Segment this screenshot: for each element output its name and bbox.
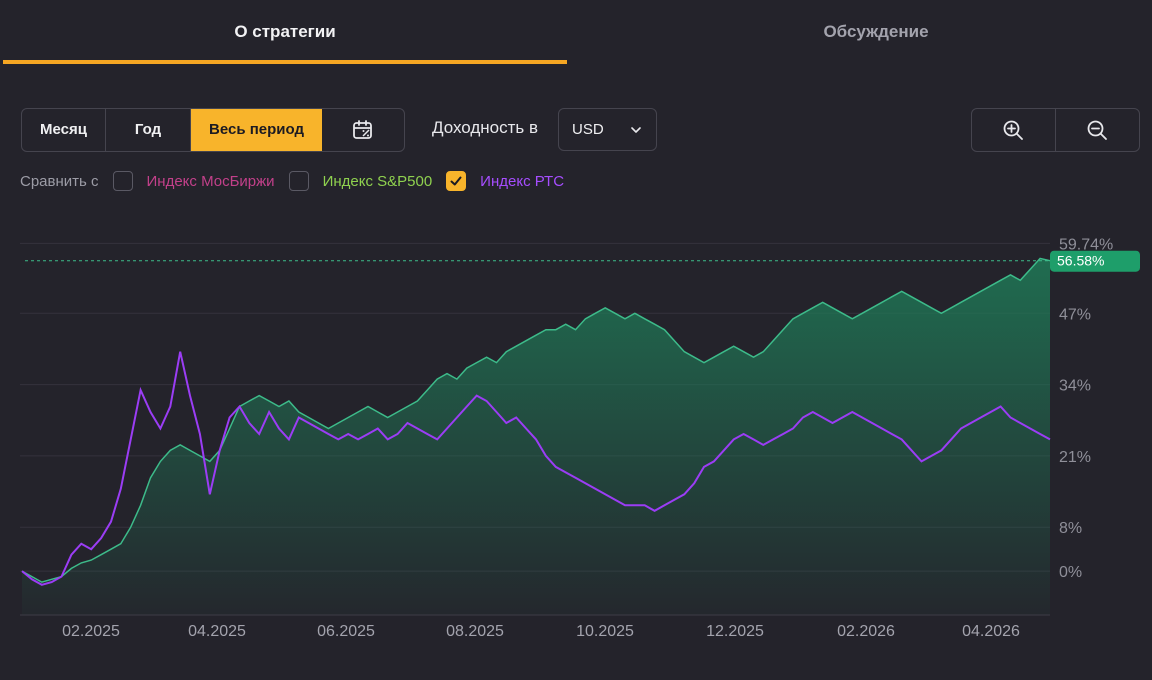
compare-sp500-checkbox[interactable] bbox=[288, 171, 309, 191]
chevron-down-icon bbox=[631, 127, 641, 133]
compare-sp500-label[interactable]: Индекс S&P500 bbox=[323, 173, 433, 190]
period-year-button[interactable]: Год bbox=[106, 109, 191, 151]
current-value-badge: 56.58% bbox=[1050, 250, 1140, 272]
period-selector: Месяц Год Весь период bbox=[21, 108, 405, 152]
compare-rts-label[interactable]: Индекс РТС bbox=[480, 173, 564, 190]
y-axis: 59.74%47%34%21%8%0% bbox=[1059, 236, 1113, 581]
x-tick-label: 06.2025 bbox=[317, 623, 375, 640]
currency-value: USD bbox=[572, 121, 604, 138]
y-tick-label: 47% bbox=[1059, 306, 1091, 323]
zoom-in-icon bbox=[1003, 120, 1024, 140]
zoom-out-icon bbox=[1087, 120, 1108, 140]
x-tick-label: 04.2026 bbox=[962, 623, 1020, 640]
period-all-button[interactable]: Весь период bbox=[191, 109, 322, 151]
compare-rts-checkbox[interactable] bbox=[446, 171, 467, 191]
tabs: О стратегии Обсуждение bbox=[0, 0, 1152, 64]
x-tick-label: 12.2025 bbox=[706, 623, 764, 640]
compare-moex-label[interactable]: Индекс МосБиржи bbox=[147, 173, 275, 190]
period-month-button[interactable]: Месяц bbox=[22, 109, 106, 151]
compare-moex-checkbox[interactable] bbox=[112, 171, 133, 191]
y-tick-label: 8% bbox=[1059, 520, 1082, 537]
y-tick-label: 21% bbox=[1059, 449, 1091, 466]
x-tick-label: 02.2025 bbox=[62, 623, 120, 640]
check-icon bbox=[450, 176, 462, 186]
y-tick-label: 0% bbox=[1059, 564, 1082, 581]
x-tick-label: 10.2025 bbox=[576, 623, 634, 640]
current-value-label: 56.58% bbox=[1057, 253, 1104, 269]
currency-select[interactable]: USD bbox=[558, 108, 657, 151]
calendar-icon bbox=[353, 120, 372, 139]
y-tick-label: 34% bbox=[1059, 378, 1091, 395]
x-tick-label: 04.2025 bbox=[188, 623, 246, 640]
x-tick-label: 08.2025 bbox=[446, 623, 504, 640]
tab-discussion[interactable]: Обсуждение bbox=[600, 0, 1152, 64]
performance-chart: 59.74%47%34%21%8%0% 56.58% 02.2025 04.202… bbox=[20, 236, 1140, 640]
zoom-out-button[interactable] bbox=[1056, 109, 1140, 151]
x-axis: 02.2025 04.2025 06.2025 08.2025 10.2025 12.20… bbox=[62, 623, 1020, 640]
zoom-controls bbox=[971, 108, 1140, 152]
tab-about-strategy[interactable]: О стратегии bbox=[3, 0, 567, 64]
x-tick-label: 02.2026 bbox=[837, 623, 895, 640]
compare-label: Сравнить с bbox=[20, 172, 99, 190]
active-tab-indicator bbox=[3, 60, 567, 64]
compare-row: Сравнить с Индекс МосБиржи Индекс S&P500… bbox=[20, 170, 578, 192]
custom-period-button[interactable] bbox=[322, 109, 404, 151]
zoom-in-button[interactable] bbox=[972, 109, 1056, 151]
yield-currency-label: Доходность в bbox=[432, 118, 539, 137]
